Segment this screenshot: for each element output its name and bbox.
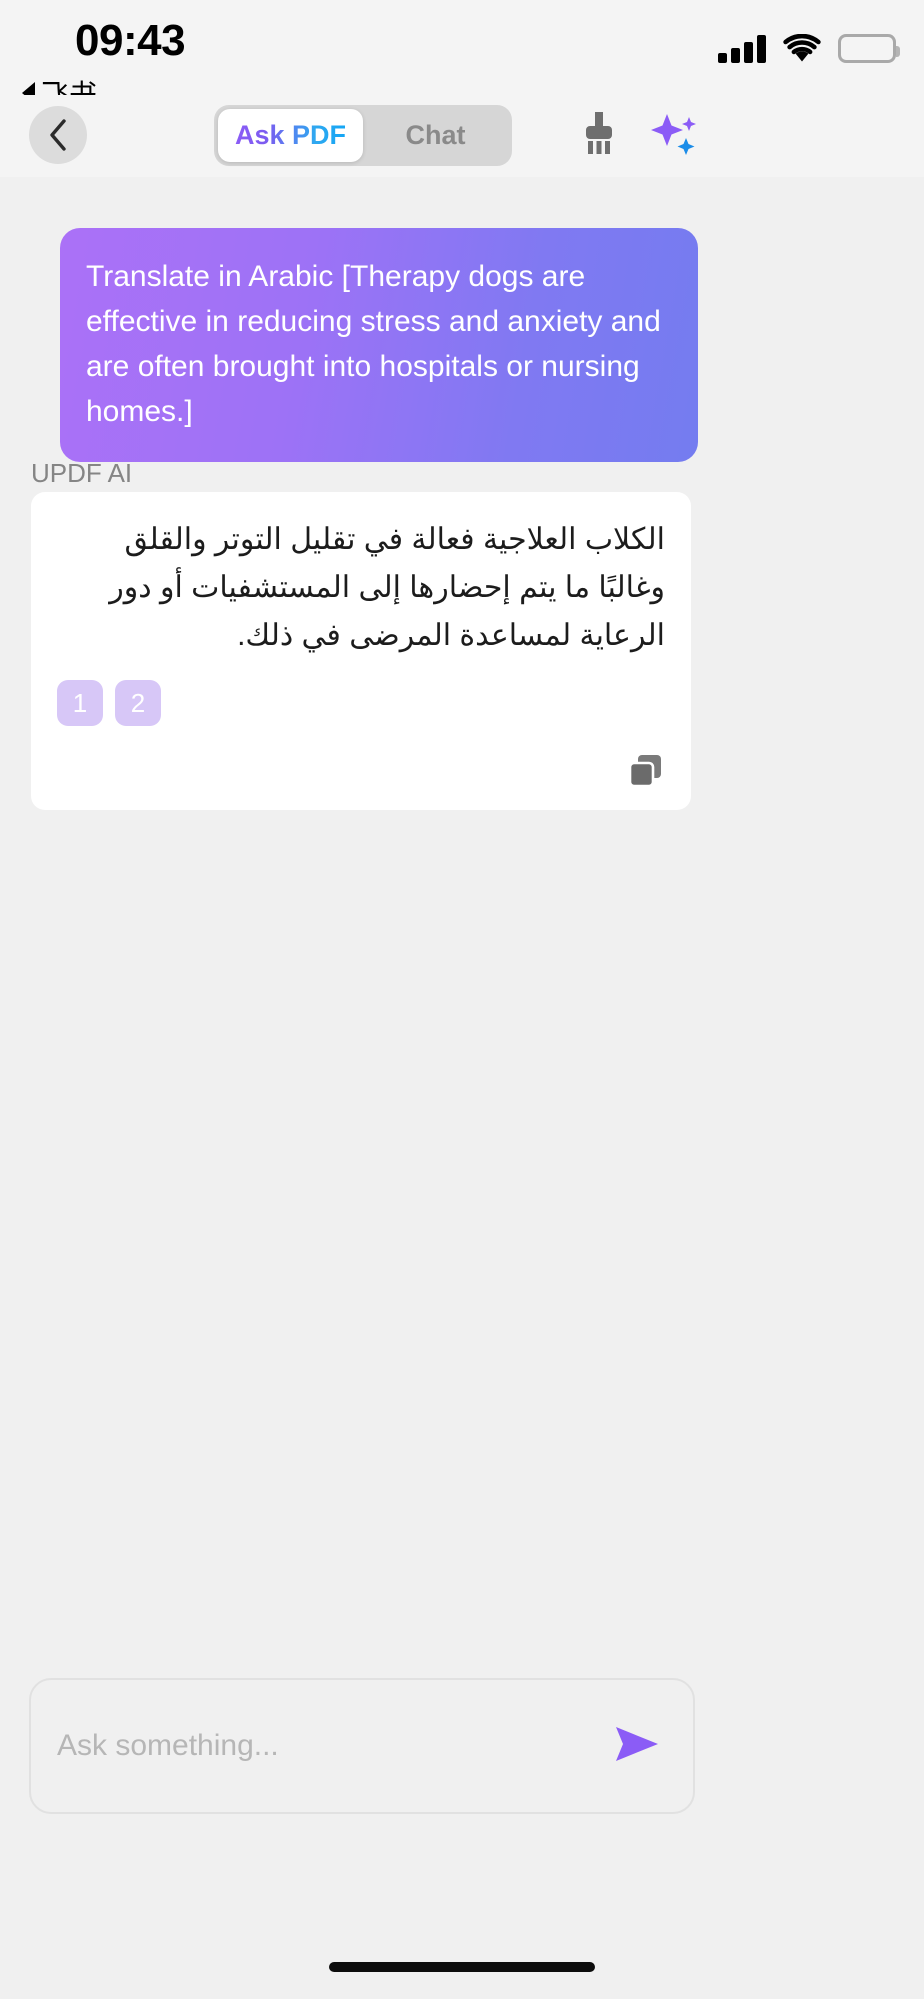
copy-icon[interactable] [627, 752, 665, 790]
tab-chat-label: Chat [405, 120, 466, 150]
battery-icon [838, 34, 900, 63]
citation-chip-2[interactable]: 2 [115, 680, 161, 726]
mode-segmented-control[interactable]: Ask PDF Chat [214, 105, 512, 166]
top-navigation-bar: Ask PDF Chat [0, 95, 924, 177]
ai-sparkles-icon [648, 107, 700, 164]
status-bar-clock: 09:43 [75, 16, 186, 65]
message-input[interactable]: Ask something... [57, 1729, 609, 1763]
user-message-bubble[interactable]: Translate in Arabic [Therapy dogs are ef… [60, 228, 698, 462]
home-indicator [329, 1962, 595, 1972]
back-button[interactable] [29, 106, 87, 164]
response-actions [57, 752, 665, 790]
clear-chat-button[interactable] [573, 109, 625, 161]
tab-ask-pdf-label: Ask PDF [234, 120, 347, 150]
chat-scroll-area[interactable]: Translate in Arabic [Therapy dogs are ef… [0, 177, 924, 1693]
cellular-signal-icon [718, 33, 766, 63]
wifi-icon [783, 34, 821, 63]
send-button[interactable] [609, 1717, 667, 1775]
user-message-text: Translate in Arabic [Therapy dogs are ef… [86, 260, 661, 428]
send-arrow-icon [610, 1721, 666, 1772]
tab-ask-pdf[interactable]: Ask PDF [218, 109, 363, 162]
ai-assistant-button[interactable] [648, 109, 700, 161]
assistant-name-label: UPDF AI [31, 458, 133, 488]
citation-chip-1[interactable]: 1 [57, 680, 103, 726]
message-composer[interactable]: Ask something... [29, 1678, 695, 1814]
brush-icon [579, 110, 619, 161]
assistant-response-card[interactable]: الكلاب العلاجية فعالة في تقليل التوتر وا… [31, 492, 691, 810]
citation-list: 1 2 [57, 680, 665, 726]
chevron-left-icon [47, 118, 69, 152]
assistant-response-text: الكلاب العلاجية فعالة في تقليل التوتر وا… [109, 523, 665, 652]
tab-chat[interactable]: Chat [363, 109, 508, 162]
status-bar-indicators [718, 27, 900, 63]
status-bar: 09:43 飞书 [0, 0, 924, 110]
